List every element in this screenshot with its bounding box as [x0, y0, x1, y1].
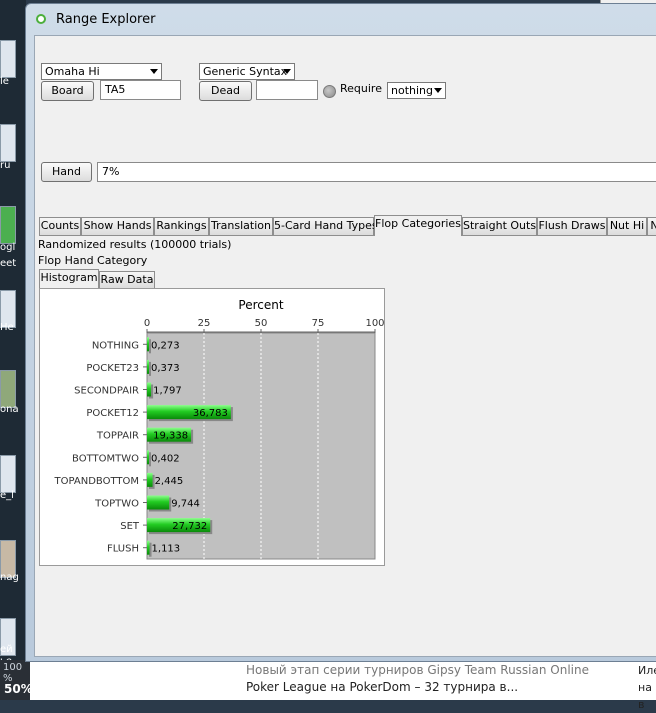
syntax-select-value: Generic Syntax: [203, 65, 288, 78]
require-label: Require: [340, 82, 382, 95]
bar: [147, 472, 153, 487]
category-label: FLUSH: [107, 544, 139, 555]
news-right-text: Иле на в: [638, 662, 656, 713]
category-label: SECONDPAIR: [74, 386, 139, 397]
desktop-label: ona: [0, 404, 19, 415]
category-label: POCKET23: [86, 363, 139, 374]
desktop-label: le: [0, 76, 9, 87]
bar: [147, 337, 149, 352]
bar: [147, 540, 150, 555]
bar-value-label: 1,113: [152, 544, 181, 555]
desktop-icon[interactable]: [0, 124, 16, 162]
taskbar-zoom: 100 %: [3, 662, 23, 684]
tab-show-hands[interactable]: Show Hands: [81, 217, 154, 235]
range-explorer-window: Range Explorer Omaha Hi Board TA5 Generi…: [25, 3, 656, 662]
category-label: TOPANDBOTTOM: [54, 476, 140, 487]
category-label: NOTHING: [92, 340, 139, 351]
dead-button[interactable]: Dead: [199, 81, 252, 101]
desktop-label: He: [0, 322, 14, 333]
bar-value-label: 0,273: [151, 340, 180, 351]
board-input[interactable]: TA5: [100, 80, 181, 100]
x-tick-label: 75: [312, 318, 325, 329]
hand-input[interactable]: 7%: [97, 162, 656, 182]
tab-straight-outs[interactable]: Straight Outs: [462, 217, 537, 235]
hand-button[interactable]: Hand: [41, 162, 92, 182]
bar: [147, 382, 152, 397]
desktop-label: ей: [0, 644, 13, 655]
desktop-label: nag: [0, 572, 19, 583]
desktop-label: ogl: [0, 242, 16, 253]
tab-flush-draws[interactable]: Flush Draws: [537, 217, 607, 235]
category-label: TOPPAIR: [96, 431, 139, 442]
desktop-label: e_l: [0, 490, 14, 501]
taskbar-strip: 100 % 50%: [0, 660, 33, 700]
tab-translation[interactable]: Translation: [209, 217, 273, 235]
title-bar[interactable]: Range Explorer: [26, 4, 656, 34]
bar-value-label: 0,402: [151, 453, 180, 464]
news-line: Новый этап серии турниров Gipsy Team Rus…: [246, 663, 589, 677]
tab-divider: [39, 235, 656, 236]
tab-flop-categories[interactable]: Flop Categories: [374, 215, 462, 236]
bar: [147, 495, 170, 510]
require-select[interactable]: nothing: [387, 82, 446, 99]
tab-rankings[interactable]: Rankings: [154, 217, 209, 235]
chevron-down-icon: [283, 69, 291, 74]
category-label: SET: [120, 521, 140, 532]
tab-counts[interactable]: Counts: [39, 217, 81, 235]
bar-value-label: 2,445: [155, 476, 184, 487]
category-label: TOPTWO: [94, 499, 139, 510]
dead-input[interactable]: [256, 80, 318, 100]
bar: [147, 359, 149, 374]
trials-text: Randomized results (100000 trials): [38, 238, 232, 251]
desktop-icon[interactable]: [0, 370, 16, 408]
chart-title: Percent: [238, 298, 283, 312]
window-client: Omaha Hi Board TA5 Generic Syntax Dead R…: [34, 35, 656, 657]
taskbar-percent: 50%: [4, 682, 33, 696]
tab-raw-data[interactable]: Raw Data: [99, 271, 155, 288]
desktop-icon[interactable]: [0, 455, 16, 493]
histogram-panel: Percent 0 25 50 75 100 NOTHING 0,273 POCKET23 0,3…: [39, 288, 385, 566]
window-title: Range Explorer: [56, 12, 156, 27]
bar: [147, 450, 149, 465]
x-tick-label: 0: [144, 318, 150, 329]
game-select[interactable]: Omaha Hi: [41, 63, 162, 80]
tab-5-card-hand-types[interactable]: 5-Card Hand Types: [273, 217, 378, 235]
require-radio[interactable]: [323, 85, 336, 98]
chevron-down-icon: [150, 69, 158, 74]
category-label: POCKET12: [86, 408, 139, 419]
bar-value-label: 36,783: [193, 408, 228, 419]
board-button[interactable]: Board: [41, 81, 94, 101]
desktop-label: ru: [0, 160, 11, 171]
x-tick-label: 100: [365, 318, 384, 329]
desktop-label: eet: [0, 258, 17, 269]
category-label: BOTTOMTWO: [72, 453, 139, 464]
tab-nut-hi[interactable]: Nut Hi: [607, 217, 647, 235]
bar-value-label: 0,373: [151, 363, 180, 374]
tab-histogram[interactable]: Histogram: [39, 269, 99, 288]
x-tick-label: 50: [255, 318, 268, 329]
syntax-select[interactable]: Generic Syntax: [199, 63, 295, 80]
require-select-value: nothing: [391, 84, 433, 97]
desktop-left-strip: le ru ogl eet He ona e_l nag ей ьe: [0, 0, 26, 700]
section-title: Flop Hand Category: [38, 254, 148, 267]
news-line: Poker League на PokerDom – 32 турнира в.…: [246, 680, 519, 694]
bar-value-label: 9,744: [171, 499, 200, 510]
game-select-value: Omaha Hi: [45, 65, 100, 78]
bar-value-label: 27,732: [172, 521, 207, 532]
news-right-line: Иле: [638, 664, 656, 677]
desktop-icon[interactable]: [0, 40, 16, 78]
desktop-icon[interactable]: [0, 206, 16, 244]
app-icon: [36, 14, 46, 24]
bar-value-label: 19,338: [153, 431, 188, 442]
x-tick-label: 25: [198, 318, 211, 329]
tab-nut-lo[interactable]: Nu: [647, 217, 656, 235]
news-text[interactable]: Новый этап серии турниров Gipsy Team Rus…: [246, 662, 589, 696]
chevron-down-icon: [434, 88, 442, 93]
news-right-line: на в: [638, 681, 652, 711]
bar-value-label: 1,797: [153, 386, 182, 397]
histogram-chart: Percent 0 25 50 75 100 NOTHING 0,273 POCKET23 0,3…: [54, 298, 384, 560]
